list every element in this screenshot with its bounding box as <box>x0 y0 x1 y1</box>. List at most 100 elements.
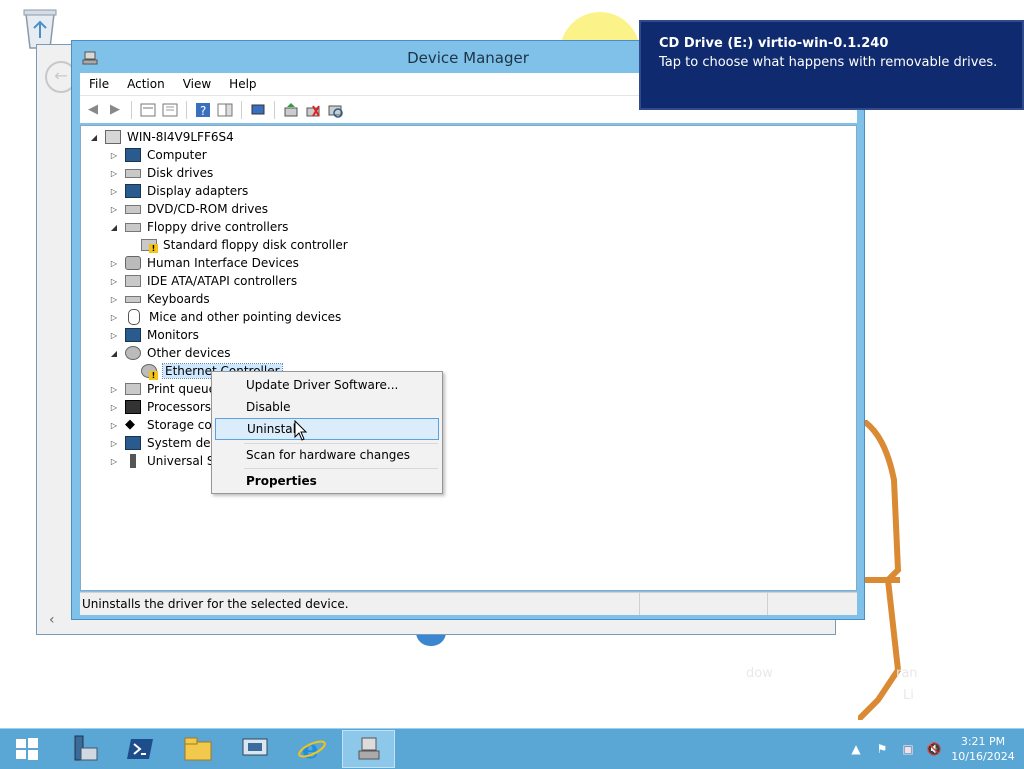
usb-icon <box>130 454 136 468</box>
tree-item-processors[interactable]: ▷ Processors <box>109 398 211 416</box>
tree-item-other-devices[interactable]: ◢ Other devices <box>109 344 231 362</box>
tree-item-label: Monitors <box>147 328 199 342</box>
expand-arrow-icon[interactable]: ▷ <box>109 169 119 178</box>
dvd-drive-icon <box>125 204 141 214</box>
tree-item-ide-controllers[interactable]: ▷ IDE ATA/ATAPI controllers <box>109 272 297 290</box>
tree-item-label: Human Interface Devices <box>147 256 299 270</box>
menu-item-update-driver[interactable]: Update Driver Software... <box>215 374 439 396</box>
status-bar: Uninstalls the driver for the selected d… <box>80 592 857 615</box>
server-manager-icon[interactable] <box>57 730 110 768</box>
floppy-controller-icon <box>125 222 141 232</box>
tree-item-disk-drives[interactable]: ▷ Disk drives <box>109 164 213 182</box>
tree-item-label: DVD/CD-ROM drives <box>147 202 269 216</box>
tree-item-keyboards[interactable]: ▷ Keyboards <box>109 290 210 308</box>
console-tree-icon[interactable] <box>161 101 179 119</box>
menu-file[interactable]: File <box>80 77 118 91</box>
status-text: Uninstalls the driver for the selected d… <box>80 593 640 615</box>
tree-item-label: Mice and other pointing devices <box>149 310 342 324</box>
taskbar: e ▲ ⚑ ▣ 🔇 3:21 PM 10/16/2024 <box>0 728 1024 769</box>
menu-action[interactable]: Action <box>118 77 174 91</box>
tree-item-mice[interactable]: ▷ Mice and other pointing devices <box>109 308 341 326</box>
tree-item-computer[interactable]: ▷ Computer <box>109 146 207 164</box>
hid-icon <box>125 256 141 270</box>
menu-view[interactable]: View <box>174 77 220 91</box>
computer-root-icon <box>105 130 121 144</box>
tree-item-label: Display adapters <box>147 184 249 198</box>
device-tree: ◢ WIN-8I4V9LFF6S4 ▷ Computer ▷ Disk driv… <box>80 125 857 591</box>
tree-item-system-devices[interactable]: ▷ System devic <box>109 434 228 452</box>
help-icon[interactable]: ? <box>194 101 212 119</box>
tree-item-monitors[interactable]: ▷ Monitors <box>109 326 199 344</box>
tree-item-dvd-drives[interactable]: ▷ DVD/CD-ROM drives <box>109 200 268 218</box>
tree-root[interactable]: ◢ WIN-8I4V9LFF6S4 <box>89 128 234 146</box>
printer-icon <box>125 383 141 395</box>
back-icon[interactable]: ◀ <box>84 101 102 119</box>
toolbar-divider <box>241 100 242 119</box>
expand-arrow-icon[interactable]: ▷ <box>109 313 119 322</box>
tree-item-floppy-controllers[interactable]: ◢ Floppy drive controllers <box>109 218 289 236</box>
tree-item-storage-controllers[interactable]: ▷ ◆ Storage cont <box>109 416 224 434</box>
expand-arrow-icon[interactable]: ▷ <box>109 187 119 196</box>
file-explorer-icon[interactable] <box>171 730 224 768</box>
device-manager-icon[interactable] <box>342 730 395 768</box>
menu-item-disable[interactable]: Disable <box>215 396 439 418</box>
scan-hardware-icon[interactable] <box>326 101 344 119</box>
forward-icon[interactable]: ▶ <box>106 101 124 119</box>
expand-arrow-icon[interactable]: ▷ <box>109 259 119 268</box>
system-devices-icon <box>125 436 141 450</box>
internet-explorer-icon[interactable]: e <box>285 730 338 768</box>
tree-item-label: Disk drives <box>147 166 214 180</box>
menu-item-properties[interactable]: Properties <box>215 470 439 492</box>
tree-item-hid[interactable]: ▷ Human Interface Devices <box>109 254 299 272</box>
tree-item-label: IDE ATA/ATAPI controllers <box>147 274 298 288</box>
network-error-icon[interactable]: ▣ <box>898 742 918 756</box>
collapse-arrow-icon[interactable]: ◢ <box>109 223 119 232</box>
toast-title: CD Drive (E:) virtio-win-0.1.240 <box>659 36 889 51</box>
autoplay-toast[interactable]: CD Drive (E:) virtio-win-0.1.240 Tap to … <box>639 20 1024 110</box>
properties-icon[interactable] <box>139 101 157 119</box>
menu-item-scan-hardware[interactable]: Scan for hardware changes <box>215 444 439 466</box>
tree-item-usb-controllers[interactable]: ▷ Universal Ser <box>109 452 227 470</box>
context-menu: Update Driver Software... Disable Uninst… <box>211 371 443 494</box>
expand-arrow-icon[interactable]: ▷ <box>109 295 119 304</box>
tree-item-print-queues[interactable]: ▷ Print queues <box>109 380 222 398</box>
tree-item-standard-floppy[interactable]: Standard floppy disk controller <box>141 236 348 254</box>
tree-item-label: Keyboards <box>147 292 210 306</box>
tree-root-label: WIN-8I4V9LFF6S4 <box>127 130 234 144</box>
keyboard-icon <box>125 295 141 303</box>
toolbar-divider <box>186 100 187 119</box>
expand-arrow-icon[interactable]: ▷ <box>109 457 119 466</box>
action-center-flag-icon[interactable]: ⚑ <box>872 742 892 756</box>
expand-arrow-icon[interactable]: ▷ <box>109 331 119 340</box>
collapse-arrow-icon[interactable]: ◢ <box>109 349 119 358</box>
powershell-icon[interactable] <box>114 730 167 768</box>
uninstall-icon[interactable] <box>304 101 322 119</box>
menu-help[interactable]: Help <box>220 77 265 91</box>
expand-arrow-icon[interactable]: ▷ <box>109 421 119 430</box>
volume-muted-icon[interactable]: 🔇 <box>924 742 944 756</box>
expand-arrow-icon[interactable]: ▷ <box>109 205 119 214</box>
watermark-fragment: Li <box>903 688 914 703</box>
expand-arrow-icon[interactable]: ▷ <box>109 403 119 412</box>
toolbar-divider <box>131 100 132 119</box>
menu-item-uninstall[interactable]: Uninstall <box>215 418 439 440</box>
network-icon[interactable] <box>228 730 281 768</box>
start-icon[interactable] <box>0 730 53 768</box>
clock[interactable]: 3:21 PM 10/16/2024 <box>950 734 1016 764</box>
storage-controller-icon: ◆ <box>125 417 135 432</box>
processor-icon <box>125 400 141 414</box>
expand-arrow-icon[interactable]: ▷ <box>109 151 119 160</box>
tree-item-display-adapters[interactable]: ▷ Display adapters <box>109 182 248 200</box>
show-hidden-icons-icon[interactable]: ▲ <box>846 742 866 756</box>
show-device-icon[interactable] <box>249 101 267 119</box>
expand-arrow-icon[interactable]: ▷ <box>109 439 119 448</box>
action-pane-icon[interactable] <box>216 101 234 119</box>
expand-arrow-icon[interactable]: ▷ <box>109 277 119 286</box>
svg-text:?: ? <box>200 104 206 118</box>
clock-time: 3:21 PM <box>960 735 1006 748</box>
collapse-arrow-icon[interactable]: ◢ <box>89 133 99 142</box>
system-tray: ▲ ⚑ ▣ 🔇 3:21 PM 10/16/2024 <box>846 729 1024 769</box>
tree-item-label: Floppy drive controllers <box>147 220 289 234</box>
update-driver-icon[interactable] <box>282 101 300 119</box>
expand-arrow-icon[interactable]: ▷ <box>109 385 119 394</box>
